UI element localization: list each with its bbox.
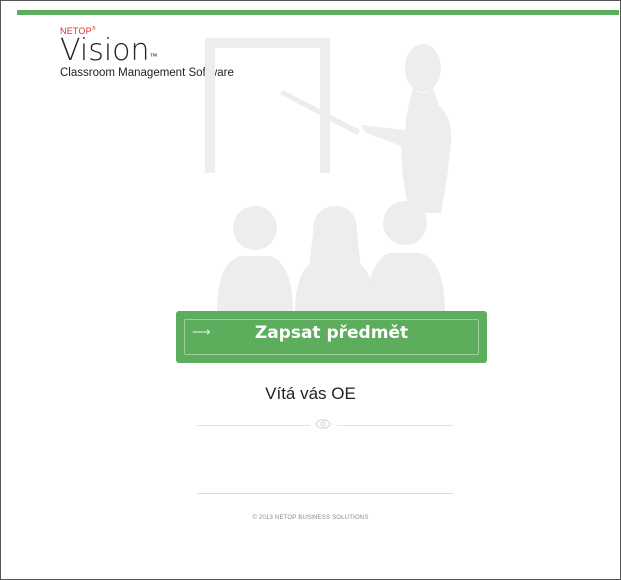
footer-divider — [197, 493, 453, 494]
welcome-message: Vítá vás OE — [265, 384, 356, 403]
divider-left — [197, 425, 310, 426]
eye-icon — [315, 419, 331, 429]
copyright-text: © 2013 NETOP BUSINESS SOLUTIONS — [252, 515, 369, 521]
enroll-button-label: Zapsat předmět — [254, 323, 409, 343]
top-accent-bar — [17, 10, 619, 15]
divider-right — [337, 425, 453, 426]
classroom-illustration — [205, 38, 452, 313]
enroll-subject-button[interactable]: ⟶ Zapsat předmět — [176, 311, 487, 363]
